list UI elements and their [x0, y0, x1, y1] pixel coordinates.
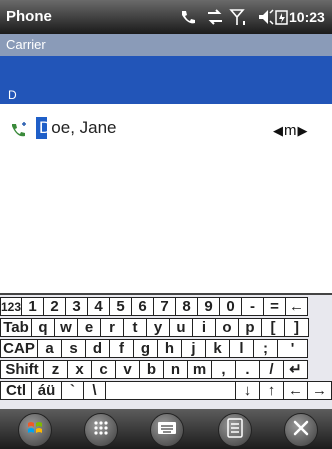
key-123[interactable]: 123	[0, 297, 22, 316]
carrier-label: Carrier	[6, 37, 46, 52]
keyboard-row-1: 123 1 2 3 4 5 6 7 8 9 0 - = ←	[0, 297, 308, 316]
key-0[interactable]: 0	[220, 297, 242, 316]
key-b[interactable]: b	[140, 360, 164, 379]
soft-keyboard: 123 1 2 3 4 5 6 7 8 9 0 - = ← Tab q w e …	[0, 293, 332, 411]
key-arrow-left[interactable]: ←	[284, 381, 308, 400]
keypad-icon	[91, 418, 111, 443]
key-h[interactable]: h	[158, 339, 182, 358]
key-tab[interactable]: Tab	[0, 318, 32, 337]
contact-row[interactable]: Doe, Jane ◀m▶	[0, 104, 332, 154]
key-a[interactable]: a	[38, 339, 62, 358]
key-l[interactable]: l	[230, 339, 254, 358]
keyboard-row-3: CAP a s d f g h j k l ; '	[0, 339, 308, 358]
search-band[interactable]	[0, 56, 332, 86]
contact-type-label: m	[284, 122, 298, 139]
key-quote[interactable]: '	[278, 339, 308, 358]
key-c[interactable]: c	[92, 360, 116, 379]
key-d[interactable]: d	[86, 339, 110, 358]
key-6[interactable]: 6	[132, 297, 154, 316]
contact-name-rest: oe, Jane	[51, 118, 117, 137]
key-i[interactable]: i	[193, 318, 216, 337]
close-icon	[292, 419, 310, 442]
key-comma[interactable]: ,	[212, 360, 236, 379]
key-equals[interactable]: =	[264, 297, 286, 316]
contact-type-selector[interactable]: ◀m▶	[273, 122, 309, 139]
key-x[interactable]: x	[68, 360, 92, 379]
phone-status-icon[interactable]	[176, 4, 200, 30]
key-r[interactable]: r	[101, 318, 124, 337]
contact-name: Doe, Jane	[39, 118, 117, 138]
clock[interactable]: 10:23	[289, 9, 325, 25]
arrow-right-icon[interactable]: ▶	[298, 123, 309, 138]
keyboard-row-4: Shift z x c v b n m , . / ↵	[0, 360, 308, 379]
keyboard-toggle-button[interactable]	[150, 413, 184, 447]
battery-icon[interactable]	[275, 4, 289, 30]
key-s[interactable]: s	[62, 339, 86, 358]
key-f[interactable]: f	[110, 339, 134, 358]
key-backspace[interactable]: ←	[286, 297, 308, 316]
group-header: D	[0, 86, 332, 104]
key-8[interactable]: 8	[176, 297, 198, 316]
data-connection-icon[interactable]	[204, 4, 226, 30]
key-u[interactable]: u	[170, 318, 193, 337]
softkey-bar	[0, 409, 332, 449]
key-ctl[interactable]: Ctl	[0, 381, 32, 400]
start-button[interactable]	[18, 413, 52, 447]
key-e[interactable]: e	[78, 318, 101, 337]
key-g[interactable]: g	[134, 339, 158, 358]
key-shift[interactable]: Shift	[0, 360, 44, 379]
key-backtick[interactable]: `	[62, 381, 84, 400]
key-1[interactable]: 1	[22, 297, 44, 316]
menu-icon	[226, 417, 244, 443]
key-backslash[interactable]: \	[84, 381, 106, 400]
keypad-button[interactable]	[84, 413, 118, 447]
start-icon	[25, 418, 45, 443]
keyboard-icon	[157, 420, 177, 441]
key-t[interactable]: t	[124, 318, 147, 337]
key-arrow-right[interactable]: →	[308, 381, 332, 400]
volume-icon[interactable]	[256, 4, 276, 30]
key-p[interactable]: p	[239, 318, 262, 337]
key-right-bracket[interactable]: ]	[285, 318, 309, 337]
arrow-left-icon[interactable]: ◀	[273, 123, 284, 138]
key-space[interactable]	[106, 381, 236, 400]
key-7[interactable]: 7	[154, 297, 176, 316]
app-title: Phone	[6, 8, 52, 25]
menu-button[interactable]	[218, 413, 252, 447]
key-y[interactable]: y	[147, 318, 170, 337]
key-w[interactable]: w	[55, 318, 78, 337]
key-z[interactable]: z	[44, 360, 68, 379]
key-international[interactable]: áü	[32, 381, 62, 400]
key-semicolon[interactable]: ;	[254, 339, 278, 358]
key-slash[interactable]: /	[260, 360, 284, 379]
close-button[interactable]	[284, 413, 318, 447]
key-5[interactable]: 5	[110, 297, 132, 316]
key-9[interactable]: 9	[198, 297, 220, 316]
key-n[interactable]: n	[164, 360, 188, 379]
key-3[interactable]: 3	[66, 297, 88, 316]
key-2[interactable]: 2	[44, 297, 66, 316]
key-left-bracket[interactable]: [	[262, 318, 285, 337]
title-bar: Phone 10:23	[0, 0, 332, 34]
key-j[interactable]: j	[182, 339, 206, 358]
key-period[interactable]: .	[236, 360, 260, 379]
key-k[interactable]: k	[206, 339, 230, 358]
key-q[interactable]: q	[32, 318, 55, 337]
key-caps[interactable]: CAP	[0, 339, 38, 358]
phone-icon	[10, 122, 30, 145]
keyboard-row-5: Ctl áü ` \ ↓ ↑ ← →	[0, 381, 332, 400]
carrier-bar: Carrier	[0, 34, 332, 56]
key-arrow-up[interactable]: ↑	[260, 381, 284, 400]
key-minus[interactable]: -	[242, 297, 264, 316]
key-v[interactable]: v	[116, 360, 140, 379]
keyboard-row-2: Tab q w e r t y u i o p [ ]	[0, 318, 309, 337]
key-4[interactable]: 4	[88, 297, 110, 316]
signal-icon[interactable]	[228, 4, 250, 30]
key-arrow-down[interactable]: ↓	[236, 381, 260, 400]
key-m[interactable]: m	[188, 360, 212, 379]
key-o[interactable]: o	[216, 318, 239, 337]
contact-name-first-char: D	[39, 118, 52, 137]
group-letter: D	[8, 88, 17, 102]
key-enter[interactable]: ↵	[284, 360, 308, 379]
